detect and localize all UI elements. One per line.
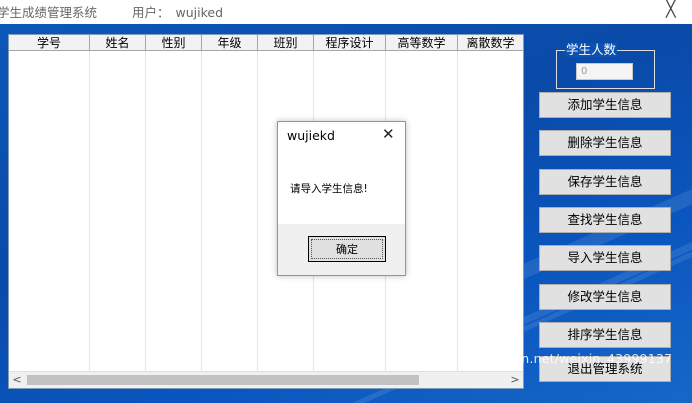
import-student-button[interactable]: 导入学生信息 — [539, 245, 671, 271]
add-student-button[interactable]: 添加学生信息 — [539, 92, 671, 118]
message-dialog: wujiekd ✕ 请导入学生信息! 确定 — [277, 121, 406, 276]
column-divider — [457, 51, 458, 371]
column-header[interactable]: 学号 — [9, 35, 90, 51]
dialog-close-icon[interactable]: ✕ — [382, 125, 395, 143]
user-name: wujiked — [175, 5, 224, 20]
window-close-icon[interactable]: ╳ — [666, 0, 676, 18]
sort-student-button[interactable]: 排序学生信息 — [539, 322, 671, 348]
horizontal-scrollbar[interactable]: < > — [9, 371, 523, 388]
student-count-label: 学生人数 — [565, 42, 618, 57]
table-header: 学号 姓名 性别 年级 班别 程序设计 高等数学 离散数学 — [9, 35, 523, 51]
dialog-title: wujiekd — [287, 128, 335, 143]
column-divider — [89, 51, 90, 371]
column-divider — [523, 51, 524, 371]
column-header[interactable]: 离散数学 — [458, 35, 523, 51]
find-student-button[interactable]: 查找学生信息 — [539, 207, 671, 233]
column-divider — [257, 51, 258, 371]
watermark-text: https://blog.csdn.net/weixin_43999137 — [421, 351, 673, 366]
app-title: 学生成绩管理系统 — [0, 5, 98, 20]
delete-student-button[interactable]: 删除学生信息 — [539, 130, 671, 156]
student-count-field[interactable] — [576, 63, 633, 80]
title-bar: 学生成绩管理系统 用户： wujiked ╳ — [0, 0, 692, 24]
scroll-right-icon[interactable]: > — [507, 372, 523, 388]
column-divider — [201, 51, 202, 371]
user-info: 用户： wujiked — [132, 2, 223, 21]
column-header[interactable]: 年级 — [202, 35, 258, 51]
column-divider — [145, 51, 146, 371]
column-header[interactable]: 性别 — [146, 35, 202, 51]
dialog-message: 请导入学生信息! — [290, 183, 368, 195]
column-header[interactable]: 高等数学 — [386, 35, 458, 51]
scroll-thumb[interactable] — [27, 375, 419, 385]
dialog-footer: 确定 — [278, 224, 405, 275]
column-header[interactable]: 姓名 — [90, 35, 146, 51]
scroll-left-icon[interactable]: < — [9, 372, 25, 388]
column-header[interactable]: 班别 — [258, 35, 314, 51]
column-header[interactable]: 程序设计 — [314, 35, 386, 51]
user-label: 用户： — [132, 5, 170, 20]
edit-student-button[interactable]: 修改学生信息 — [539, 284, 671, 310]
student-table[interactable]: 学号 姓名 性别 年级 班别 程序设计 高等数学 离散数学 < > — [8, 34, 524, 389]
save-student-button[interactable]: 保存学生信息 — [539, 169, 671, 195]
ok-button[interactable]: 确定 — [308, 236, 386, 262]
